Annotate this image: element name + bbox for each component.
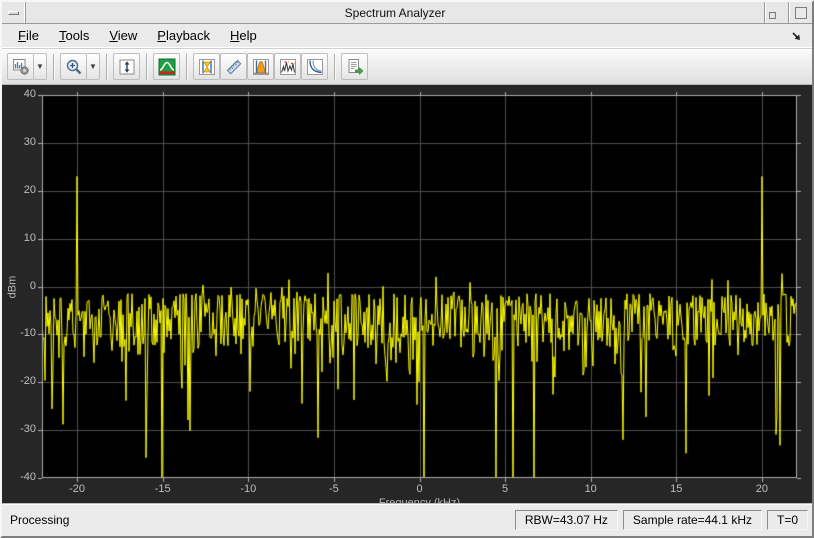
toolbar-separator — [186, 54, 187, 80]
channel-measurements-button[interactable] — [247, 53, 274, 80]
y-tick-label: 0 — [2, 280, 36, 292]
menu-item-tools[interactable]: Tools — [49, 24, 99, 48]
maximize-icon — [795, 7, 807, 19]
window-menu-button[interactable] — [2, 2, 26, 23]
x-tick-label: -10 — [240, 483, 256, 495]
x-tick-label: 5 — [502, 483, 508, 495]
dock-arrow-icon — [790, 29, 804, 43]
spectrum-analyzer-window: Spectrum Analyzer FileToolsViewPlaybackH… — [0, 0, 814, 538]
plot-panel: dBm Frequency (kHz) 403020100-10-20-30-4… — [2, 85, 812, 503]
menu-item-file[interactable]: File — [8, 24, 49, 48]
toolbar-separator — [53, 54, 54, 80]
zoom-in-button[interactable] — [60, 53, 87, 80]
time-indicator: T=0 — [767, 510, 808, 530]
spectral-mask-icon — [158, 58, 176, 76]
distortion-measurements-icon — [225, 58, 243, 76]
x-tick-label: -15 — [155, 483, 171, 495]
menu-item-view[interactable]: View — [99, 24, 147, 48]
spectral-mask-button[interactable] — [153, 53, 180, 80]
rbw-indicator: RBW=43.07 Hz — [515, 510, 618, 530]
dock-button[interactable] — [788, 27, 806, 45]
menu-bar: FileToolsViewPlaybackHelp — [2, 24, 812, 49]
menu-item-playback[interactable]: Playback — [147, 24, 220, 48]
title-bar: Spectrum Analyzer — [2, 2, 812, 24]
y-tick-label: -20 — [2, 375, 36, 387]
window-title: Spectrum Analyzer — [26, 2, 764, 23]
cursor-measurements-button[interactable] — [193, 53, 220, 80]
distortion-measurements-button[interactable] — [220, 53, 247, 80]
y-tick-label: 30 — [2, 136, 36, 148]
y-tick-label: 20 — [2, 184, 36, 196]
y-tick-label: -10 — [2, 327, 36, 339]
fit-to-view-icon — [118, 58, 136, 76]
generate-script-button[interactable] — [341, 53, 368, 80]
zoom-in-icon — [65, 58, 83, 76]
y-tick-label: -40 — [2, 471, 36, 483]
minimize-icon — [769, 12, 776, 19]
spectrum-settings-button[interactable] — [7, 53, 34, 80]
toolbar: ▼ ▼ — [2, 49, 812, 85]
fit-to-view-button[interactable] — [113, 53, 140, 80]
toolbar-separator — [146, 54, 147, 80]
generate-script-icon — [346, 58, 364, 76]
ccdf-measurements-icon — [306, 58, 324, 76]
channel-measurements-icon — [252, 58, 270, 76]
x-tick-label: 10 — [585, 483, 597, 495]
menu-items: FileToolsViewPlaybackHelp — [8, 24, 267, 48]
y-tick-label: -30 — [2, 423, 36, 435]
toolbar-separator — [106, 54, 107, 80]
x-tick-label: 15 — [670, 483, 682, 495]
ccdf-measurements-button[interactable] — [301, 53, 328, 80]
toolbar-separator — [334, 54, 335, 80]
minimize-button[interactable] — [764, 2, 788, 23]
status-text: Processing — [6, 513, 69, 527]
cursor-measurements-icon — [198, 58, 216, 76]
y-tick-label: 40 — [2, 88, 36, 100]
x-tick-label: 0 — [416, 483, 422, 495]
y-tick-label: 10 — [2, 232, 36, 244]
x-tick-label: -5 — [329, 483, 339, 495]
peak-finder-button[interactable] — [274, 53, 301, 80]
spectrum-settings-icon — [12, 58, 30, 76]
window-menu-icon — [8, 11, 19, 15]
x-tick-label: 20 — [756, 483, 768, 495]
spectrum-plot[interactable] — [2, 85, 812, 503]
peak-finder-icon — [279, 58, 297, 76]
status-bar: Processing RBW=43.07 Hz Sample rate=44.1… — [2, 503, 812, 536]
zoom-dropdown[interactable]: ▼ — [87, 53, 100, 80]
menu-item-help[interactable]: Help — [220, 24, 267, 48]
x-axis-label: Frequency (kHz) — [379, 497, 460, 503]
x-tick-label: -20 — [69, 483, 85, 495]
maximize-button[interactable] — [788, 2, 812, 23]
sample-rate-indicator: Sample rate=44.1 kHz — [623, 510, 762, 530]
spectrum-settings-dropdown[interactable]: ▼ — [34, 53, 47, 80]
